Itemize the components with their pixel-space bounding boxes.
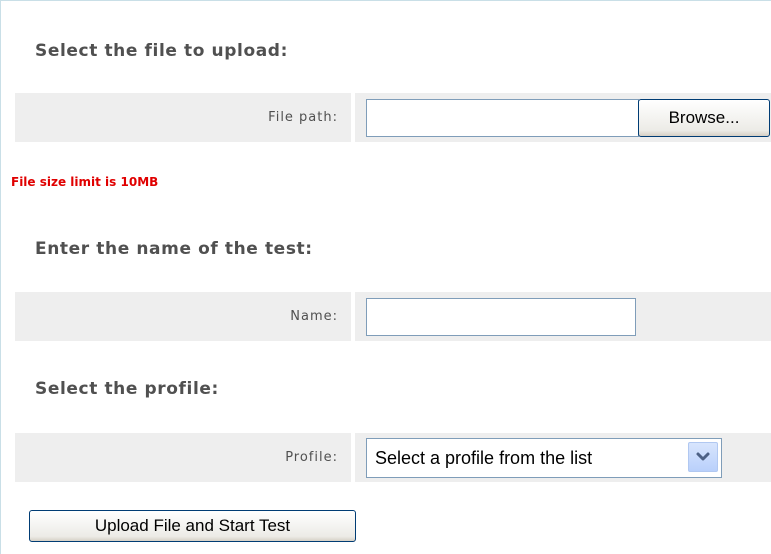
chevron-down-icon[interactable]: [688, 442, 718, 472]
upload-form: Select the file to upload: File path: Br…: [0, 0, 771, 554]
file-path-input[interactable]: [366, 99, 639, 137]
profile-row: Profile: Select a profile from the list: [15, 433, 771, 482]
name-field-cell: [355, 292, 771, 341]
name-row: Name:: [15, 292, 771, 341]
file-path-label: File path:: [15, 93, 351, 142]
profile-label: Profile:: [15, 433, 351, 482]
name-input[interactable]: [366, 298, 636, 336]
name-label: Name:: [15, 292, 351, 341]
profile-field-cell: Select a profile from the list: [355, 433, 771, 482]
name-section-heading: Enter the name of the test:: [35, 239, 313, 259]
file-path-field-cell: Browse...: [355, 93, 771, 142]
file-section-heading: Select the file to upload:: [35, 41, 288, 61]
profile-section-heading: Select the profile:: [35, 379, 219, 399]
upload-and-start-button[interactable]: Upload File and Start Test: [29, 510, 356, 542]
file-size-limit-note: File size limit is 10MB: [11, 175, 159, 189]
browse-button[interactable]: Browse...: [638, 99, 770, 137]
profile-select[interactable]: Select a profile from the list: [366, 438, 722, 478]
file-path-row: File path: Browse...: [15, 93, 771, 142]
profile-select-value: Select a profile from the list: [375, 448, 593, 468]
